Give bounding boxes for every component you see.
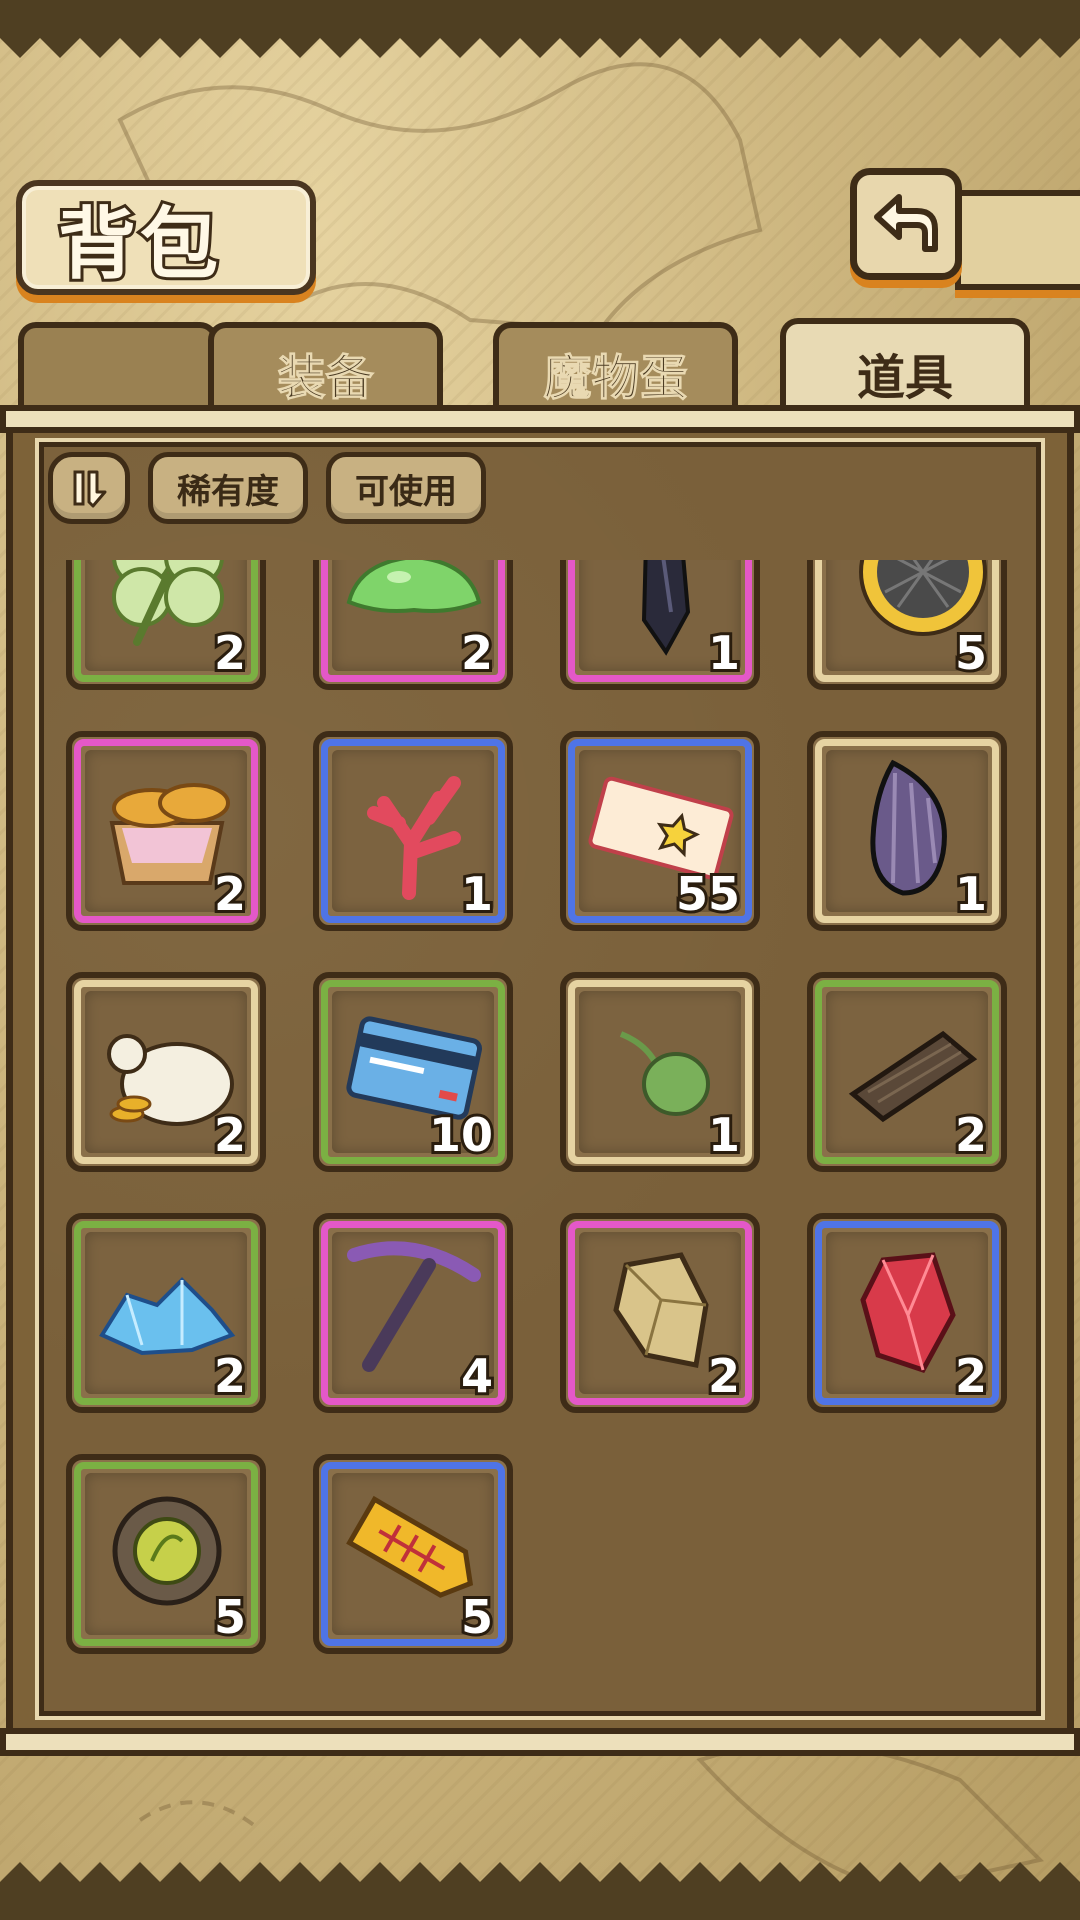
item-slot[interactable]: 2 xyxy=(807,1213,1007,1413)
item-slot[interactable]: 2 xyxy=(807,972,1007,1172)
item-count: 10 xyxy=(426,1105,496,1165)
back-button-rail xyxy=(955,190,1080,290)
tab-items-label: 道具 xyxy=(856,350,953,406)
tab-equipment[interactable]: 装备 xyxy=(208,322,443,418)
title-plate: 背包 xyxy=(16,180,316,295)
item-slot[interactable]: 5 xyxy=(66,1454,266,1654)
item-slot[interactable]: 5 xyxy=(313,1454,513,1654)
item-count: 4 xyxy=(458,1346,496,1406)
item-count: 1 xyxy=(952,864,990,924)
item-count: 2 xyxy=(211,623,249,683)
tab-monster-egg[interactable]: 魔物蛋 xyxy=(493,322,738,418)
item-count: 2 xyxy=(952,1105,990,1165)
panel-top-rail xyxy=(0,405,1080,433)
item-slot[interactable]: 2 xyxy=(66,560,266,690)
item-slot[interactable]: 1 xyxy=(560,972,760,1172)
item-slot[interactable]: 10 xyxy=(313,972,513,1172)
item-count: 2 xyxy=(211,1105,249,1165)
page-title: 背包 xyxy=(55,197,223,293)
item-slot[interactable]: 1 xyxy=(560,560,760,690)
zigzag-top-border xyxy=(0,0,1080,58)
item-count: 1 xyxy=(705,1105,743,1165)
back-arrow-icon xyxy=(874,194,938,252)
item-count: 2 xyxy=(952,1346,990,1406)
tab-equipment-label: 装备 xyxy=(277,350,374,407)
item-slot[interactable]: 2 xyxy=(66,972,266,1172)
item-count: 5 xyxy=(952,623,990,683)
item-slot[interactable]: 2 xyxy=(560,1213,760,1413)
item-count: 5 xyxy=(211,1587,249,1647)
item-slot[interactable]: 1 xyxy=(807,731,1007,931)
usable-filter-label: 可使用 xyxy=(355,471,457,512)
tab-left-blank xyxy=(18,322,218,418)
item-count: 1 xyxy=(705,623,743,683)
item-count: 2 xyxy=(211,864,249,924)
zigzag-bottom-border xyxy=(0,1862,1080,1920)
item-count: 5 xyxy=(458,1587,496,1647)
item-count: 2 xyxy=(211,1346,249,1406)
usable-filter-button[interactable]: 可使用 xyxy=(326,452,486,524)
item-grid: 2 2 1 5 2 1 55 1 2 10 1 2 2 4 2 2 5 5 xyxy=(66,560,1014,1680)
sort-button[interactable] xyxy=(48,452,130,524)
rarity-filter-button[interactable]: 稀有度 xyxy=(148,452,308,524)
item-count: 2 xyxy=(705,1346,743,1406)
item-slot[interactable]: 1 xyxy=(313,731,513,931)
item-count: 55 xyxy=(673,864,743,924)
sort-icon xyxy=(73,470,107,508)
tab-monster-egg-label: 魔物蛋 xyxy=(543,350,688,407)
item-slot[interactable]: 2 xyxy=(313,560,513,690)
item-slot[interactable]: 4 xyxy=(313,1213,513,1413)
item-slot[interactable]: 55 xyxy=(560,731,760,931)
item-count: 2 xyxy=(458,623,496,683)
rarity-filter-label: 稀有度 xyxy=(177,471,279,512)
back-button[interactable] xyxy=(850,168,962,280)
item-slot[interactable]: 5 xyxy=(807,560,1007,690)
item-slot[interactable]: 2 xyxy=(66,731,266,931)
panel-bottom-rail xyxy=(0,1728,1080,1756)
item-slot[interactable]: 2 xyxy=(66,1213,266,1413)
item-count: 1 xyxy=(458,864,496,924)
